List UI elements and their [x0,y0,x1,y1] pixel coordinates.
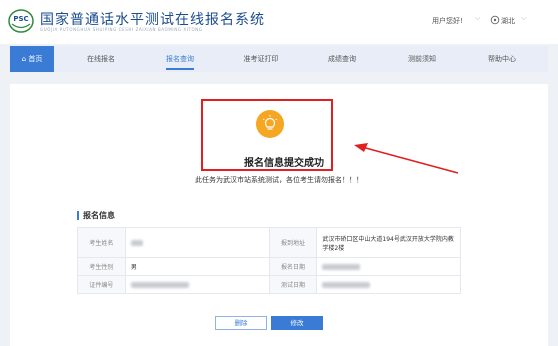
nav-item-help-center[interactable]: 帮助中心 [462,46,542,72]
redacted-value [322,263,361,270]
nav-item-home[interactable]: ⌂ 首页 [10,46,54,72]
section-title: 报名信息 [77,210,115,221]
site-header: PSC 国家普通话水平测试在线报名系统 GUOJIA PUTONGHUA SHU… [0,0,558,44]
table-row: 考生性别 男 报名日期 [77,257,461,276]
field-label: 证件编号 [77,275,126,294]
field-label: 考生性别 [77,257,126,276]
chevron-down-icon[interactable]: ⌵ [475,14,480,23]
annotation-highlight-box [201,99,333,171]
field-value-id-number [124,275,270,294]
nav-item-pretest-notes[interactable]: 测前须知 [382,46,462,72]
table-row: 证件编号 测试日期 [77,275,461,294]
field-label: 报名日期 [268,257,318,276]
redacted-value [130,239,143,246]
test-notice: 此任务为武汉市站系统测试，各位考生请勿报名！！！ [195,176,363,184]
location-selector[interactable]: 湖北 [501,16,515,26]
field-value-gender: 男 [124,257,270,276]
site-title: 国家普通话水平测试在线报名系统 [40,12,265,28]
chevron-down-icon[interactable]: ⌵ [521,14,526,23]
site-subtitle: GUOJIA PUTONGHUA SHUIPING CESHI ZAIXIAN … [40,27,203,32]
location-pin-icon [490,15,500,25]
field-value-address: 武汉市硚口区中山大道194号武汉开放大学院内教学楼2楼 [316,227,461,258]
nav-item-signup-query[interactable]: 报名查询 [140,46,220,72]
redacted-value [322,281,371,288]
home-icon: ⌂ [21,55,27,63]
user-greeting[interactable]: 用户您好! [432,16,463,26]
redacted-value [130,281,189,288]
nav-item-score-query[interactable]: 成绩查询 [302,46,382,72]
edit-button[interactable]: 修改 [271,316,323,330]
table-row: 考生姓名 报到地址 武汉市硚口区中山大道194号武汉开放大学院内教学楼2楼 [77,227,461,258]
field-value-signup-date [316,257,461,276]
field-value-name [124,227,270,258]
field-label: 报到地址 [268,227,318,258]
field-label: 考生姓名 [77,227,126,258]
annotation-arrow-icon [354,143,459,174]
psc-logo: PSC [8,9,34,33]
main-nav: ⌂ 首页 在线报名 报名查询 准考证打印 成绩查询 测前须知 帮助中心 [10,46,548,72]
nav-item-label: 首页 [28,55,43,63]
field-value-test-date [316,275,461,294]
logo-badge-text: PSC [13,15,28,23]
signup-info-table: 考生姓名 报到地址 武汉市硚口区中山大道194号武汉开放大学院内教学楼2楼 考生… [77,227,461,294]
nav-item-online-signup[interactable]: 在线报名 [62,46,140,72]
nav-item-admission-print[interactable]: 准考证打印 [220,46,302,72]
field-label: 测试日期 [268,275,318,294]
delete-button[interactable]: 删除 [215,316,267,330]
